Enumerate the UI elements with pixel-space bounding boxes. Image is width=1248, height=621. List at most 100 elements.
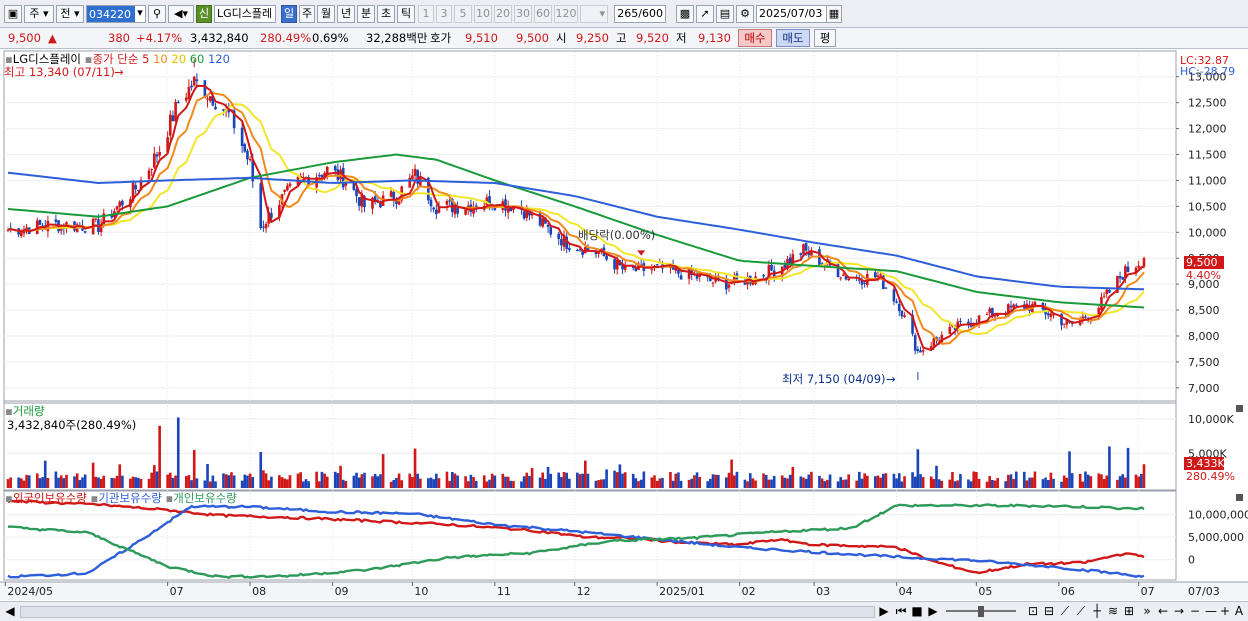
volume-bar [578, 474, 582, 488]
volume-bar [1065, 477, 1069, 488]
rewind-icon[interactable]: ⏮ [894, 605, 908, 619]
volume-bar [408, 473, 412, 488]
tab-period-week[interactable]: 주 [299, 5, 315, 23]
interval-3-button[interactable]: 3 [436, 5, 452, 23]
chart-settings-icon[interactable]: ▣ [4, 5, 22, 23]
candle-body [538, 212, 542, 226]
volume-bar [419, 478, 422, 488]
tab-period-month[interactable]: 월 [317, 5, 335, 23]
custom-interval-select[interactable]: ▾ [580, 5, 608, 23]
zoom-box-icon[interactable]: ⊟ [1042, 605, 1056, 619]
pan-right-icon[interactable]: → [1172, 605, 1186, 619]
volume-bar [336, 473, 340, 488]
x-tick-label: 03 [816, 585, 830, 598]
line-tool-icon[interactable]: ⟋ [1058, 605, 1072, 619]
chart-scrollbar[interactable]: ◀ ▶ ⏮ ■ ▶ ⊡ ⊟ ⟋ ⟋ ┼ ≋ ⊞ » ← → − — + A [0, 601, 1248, 621]
tab-period-year[interactable]: 년 [337, 5, 355, 23]
interval-1-button[interactable]: 1 [418, 5, 434, 23]
interval-120-button[interactable]: 120 [554, 5, 578, 23]
zoom-in-icon[interactable]: + [1218, 605, 1232, 619]
zoom-out-2-icon[interactable]: — [1204, 605, 1218, 619]
zoom-out-icon[interactable]: − [1188, 605, 1202, 619]
zoom-fit-icon[interactable]: ⊡ [1026, 605, 1040, 619]
interval-30-button[interactable]: 30 [514, 5, 532, 23]
volume-bar [288, 475, 292, 488]
scroll-track[interactable] [20, 606, 875, 618]
candle-body [150, 169, 153, 171]
bar-count-box[interactable]: 265/600 [614, 5, 666, 23]
scroll-left-icon[interactable]: ◀ [4, 605, 16, 619]
volume-bar [121, 475, 124, 488]
volume-bar [709, 478, 712, 488]
grid-tool-icon[interactable]: ⊞ [1122, 605, 1136, 619]
pan-left-icon[interactable]: ← [1156, 605, 1170, 619]
individual-holdings-label: 개인보유수량 [173, 491, 237, 505]
tab-period-day[interactable]: 일 [281, 5, 297, 23]
trend-tool-icon[interactable]: ⟋ [1074, 605, 1088, 619]
draw-tool-icon[interactable]: ➚ [696, 5, 714, 23]
chevron-right-icon[interactable]: » [1140, 605, 1154, 619]
new-badge: 신 [196, 5, 212, 23]
volume-bar [916, 449, 920, 488]
gear-icon[interactable]: ⚙ [736, 5, 754, 23]
interval-20-button[interactable]: 20 [494, 5, 512, 23]
volume-bar [863, 473, 866, 488]
zoom-slider-handle[interactable] [978, 606, 984, 617]
buy-button[interactable]: 매수 [738, 29, 772, 47]
volume-bar [549, 473, 553, 488]
font-size-icon[interactable]: A [1232, 605, 1246, 619]
volume-bar [296, 473, 300, 488]
candle-body [919, 350, 922, 353]
interval-10-button[interactable]: 10 [474, 5, 492, 23]
date-input[interactable]: 2025/07/03 [756, 5, 828, 23]
search-icon[interactable]: ⚲ [148, 5, 166, 23]
fib-tool-icon[interactable]: ≋ [1106, 605, 1120, 619]
tab-period-second[interactable]: 초 [377, 5, 395, 23]
candle-body [206, 98, 209, 100]
volume-bar [203, 480, 207, 488]
evaluate-button[interactable]: 평 [814, 29, 836, 47]
candle-body [262, 226, 265, 228]
candle-body [876, 275, 880, 277]
tab-period-minute[interactable]: 분 [357, 5, 375, 23]
candle-body [411, 175, 414, 180]
volume-bar [993, 480, 997, 488]
interval-5-button[interactable]: 5 [454, 5, 472, 23]
stop-icon[interactable]: ■ [910, 605, 924, 619]
volume-bar [844, 479, 848, 488]
sell-button[interactable]: 매도 [776, 29, 810, 47]
candle-body [134, 185, 138, 190]
volume-bar [637, 481, 640, 488]
volume-bar [1007, 474, 1010, 488]
volume-bar [836, 481, 840, 488]
stock-code-input[interactable] [87, 6, 135, 22]
scroll-right-icon[interactable]: ▶ [878, 605, 890, 619]
volume-bar [1052, 478, 1055, 488]
market-select[interactable]: 주 ▾ [24, 5, 54, 23]
chart-type-icon[interactable]: ▩ [676, 5, 694, 23]
candle-body [453, 206, 457, 215]
volume-bar [1062, 475, 1066, 488]
prev-select[interactable]: 전 ▾ [56, 5, 84, 23]
volume-bar [341, 479, 345, 488]
play-icon[interactable]: ▶ [926, 605, 940, 619]
speaker-icon[interactable]: ◀▾ [168, 5, 194, 23]
calendar-icon[interactable]: ▦ [826, 5, 842, 23]
candle-body [1100, 297, 1103, 310]
holdings-tick-label: 5,000,000 [1188, 531, 1244, 544]
volume-bar [876, 475, 880, 488]
save-icon[interactable]: ▤ [716, 5, 734, 23]
interval-60-button[interactable]: 60 [534, 5, 552, 23]
chart-area[interactable]: 13,000 12,500 12,000 11,500 11,000 10,500 10,0… [0, 50, 1248, 601]
candle-body [264, 223, 268, 229]
tab-period-tick[interactable]: 틱 [397, 5, 415, 23]
volume-bar [195, 478, 199, 488]
price-change: 380 [108, 31, 130, 45]
volume-bar [493, 475, 497, 488]
volume-bar [1116, 479, 1119, 488]
candle-body [301, 176, 305, 179]
code-dropdown-icon[interactable]: ▾ [134, 5, 146, 23]
volume-bar [1097, 473, 1101, 488]
cross-tool-icon[interactable]: ┼ [1090, 605, 1104, 619]
candle-body [320, 175, 324, 178]
